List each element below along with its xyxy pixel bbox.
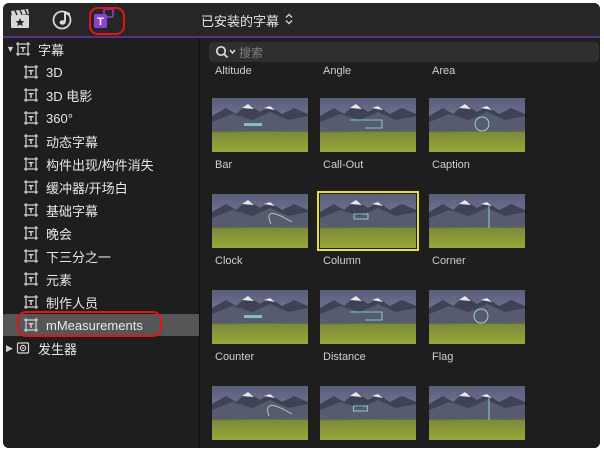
sidebar-item-label: 字幕	[38, 42, 65, 58]
sidebar-item[interactable]: ▼ 字幕	[3, 38, 199, 60]
sidebar-item-label: 晚会	[46, 226, 73, 242]
title-item-label: Height	[215, 447, 247, 448]
title-item-label: Bar	[215, 159, 233, 171]
sidebar-item[interactable]: ▶ 发生器	[3, 337, 199, 359]
title-thumbnail[interactable]	[317, 191, 419, 251]
title-thumbnail[interactable]	[429, 98, 525, 152]
sidebar-item[interactable]: 3D	[3, 61, 199, 83]
title-frame-icon	[24, 88, 38, 102]
title-thumbnail[interactable]	[212, 386, 308, 440]
title-item-label: Clock	[215, 255, 243, 267]
title-frame-icon	[16, 42, 30, 56]
sidebar-item-label: 动态字幕	[46, 134, 99, 150]
sidebar-item[interactable]: 制作人员	[3, 291, 199, 313]
title-item-label: Corner	[432, 255, 466, 267]
title-item-label: Distance	[323, 351, 366, 363]
clapboard-star-icon[interactable]	[8, 7, 32, 31]
title-item-label: Flag	[432, 351, 454, 363]
sidebar-item[interactable]: 动态字幕	[3, 130, 199, 152]
chevron-updown-icon	[285, 13, 293, 28]
title-frame-icon	[24, 272, 38, 286]
title-frame-icon	[24, 111, 38, 125]
title-item-label: Meter	[432, 447, 460, 448]
app-window: T 已安装的字幕 ▼ 字幕 3D 3D 电影 360° 动态字幕构件出现/构件消失 缓冲器/…	[3, 3, 600, 448]
sidebar-item-label: 基础字幕	[46, 203, 99, 219]
title-thumbnail[interactable]	[212, 194, 308, 248]
sidebar-item[interactable]: 基础字幕	[3, 199, 199, 221]
browser-title[interactable]: 已安装的字幕	[201, 11, 293, 30]
title-item-label: Column	[323, 255, 361, 267]
title-item-label: Altitude	[215, 65, 252, 77]
sidebar-item-label: 缓冲器/开场白	[46, 180, 128, 196]
title-frame-icon	[24, 134, 38, 148]
sidebar-item[interactable]: 元素	[3, 268, 199, 290]
browser-content: 搜索 Altitude Angle Area Bar Call-Out Caption Cl…	[200, 38, 600, 448]
title-frame-icon	[24, 295, 38, 309]
title-frame-icon	[24, 226, 38, 240]
title-frame-icon	[24, 249, 38, 263]
music-note-icon[interactable]	[51, 7, 75, 31]
title-thumbnail[interactable]	[212, 98, 308, 152]
title-item-label: Length	[323, 447, 357, 448]
sidebar-item-label: 元素	[46, 272, 73, 288]
title-thumbnail[interactable]	[429, 386, 525, 440]
generator-icon	[16, 341, 30, 355]
title-frame-icon	[24, 180, 38, 194]
sidebar-item[interactable]: 缓冲器/开场白	[3, 176, 199, 198]
sidebar-item[interactable]: 3D 电影	[3, 84, 199, 106]
title-thumbnail[interactable]	[320, 98, 416, 152]
title-thumbnail[interactable]	[320, 386, 416, 440]
search-placeholder: 搜索	[239, 45, 264, 60]
search-icon	[215, 45, 237, 59]
title-thumbnail[interactable]	[429, 290, 525, 344]
highlight-ring	[17, 311, 162, 337]
browser-title-label: 已安装的字幕	[201, 14, 280, 29]
title-frame-icon	[24, 157, 38, 171]
toolbar: T 已安装的字幕	[3, 3, 600, 38]
disclosure-closed-icon[interactable]: ▶	[6, 343, 13, 354]
title-thumbnail[interactable]	[429, 194, 525, 248]
search-field[interactable]: 搜索	[209, 42, 599, 62]
title-frame-icon	[24, 65, 38, 79]
sidebar-item-label: 3D	[46, 64, 63, 80]
title-item-label: Counter	[215, 351, 255, 363]
sidebar-item-label: 制作人员	[46, 295, 99, 311]
sidebar-item-label: 构件出现/构件消失	[46, 157, 154, 173]
sidebar-item[interactable]: 360°	[3, 107, 199, 129]
title-thumbnail[interactable]	[320, 290, 416, 344]
sidebar-item[interactable]: 构件出现/构件消失	[3, 153, 199, 175]
sidebar-item[interactable]: 晚会	[3, 222, 199, 244]
sidebar-item-label: 发生器	[38, 341, 78, 357]
title-thumbnail[interactable]	[212, 290, 308, 344]
sidebar: ▼ 字幕 3D 3D 电影 360° 动态字幕构件出现/构件消失 缓冲器/开场白 基础字幕晚会…	[3, 38, 200, 448]
sidebar-item-label: 3D 电影	[46, 88, 93, 104]
sidebar-item-label: 360°	[46, 110, 73, 126]
title-item-label: Caption	[432, 159, 470, 171]
title-item-label: Area	[432, 65, 456, 77]
disclosure-open-icon[interactable]: ▼	[6, 44, 15, 54]
title-item-label: Call-Out	[323, 159, 364, 171]
highlight-ring	[89, 7, 125, 35]
title-frame-icon	[24, 203, 38, 217]
title-item-label: Angle	[323, 65, 352, 77]
sidebar-item-label: 下三分之一	[46, 249, 112, 265]
sidebar-item[interactable]: 下三分之一	[3, 245, 199, 267]
